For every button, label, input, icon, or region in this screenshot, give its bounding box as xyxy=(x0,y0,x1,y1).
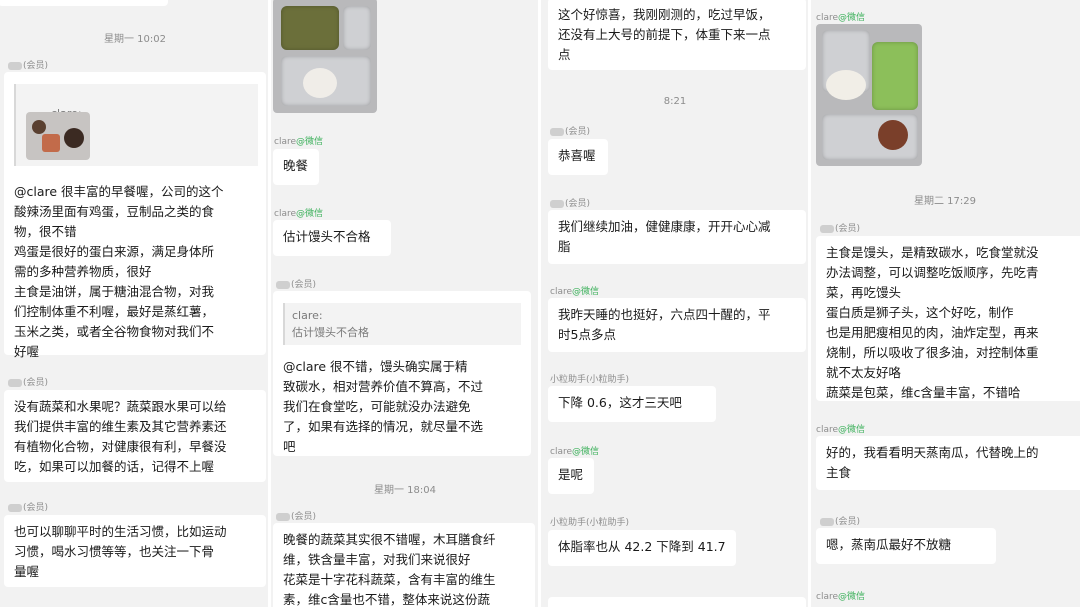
chat-column-2: clare@微信 晚餐 clare@微信 估计馒头不合格 (会员) clare:… xyxy=(270,0,540,607)
meal-photo[interactable] xyxy=(273,0,377,113)
message-bubble[interactable]: 好的，我看看明天蒸南瓜，代替晚上的 主食 xyxy=(816,436,1080,490)
timestamp: 8:21 xyxy=(663,96,687,107)
column-divider xyxy=(808,0,811,607)
message-bubble[interactable]: 是呢 xyxy=(548,458,594,494)
message-text: @clare 很丰富的早餐喔，公司的这个 酸辣汤里面有鸡蛋，豆制品之类的食 物，… xyxy=(14,184,224,359)
sender-name: (会员) xyxy=(8,58,48,71)
meal-photo[interactable] xyxy=(816,24,922,166)
sender-name: 小粒助手(小粒助手) xyxy=(550,375,630,385)
blurred-name xyxy=(820,517,834,526)
sender-name: (会员) xyxy=(276,277,316,290)
sender-name: 小粒助手(小粒助手) xyxy=(550,518,630,528)
message-bubble[interactable]: 恭喜喔 xyxy=(548,139,608,175)
message-bubble-steamed-bun[interactable]: clare: 估计馒头不合格 @clare 很不错，馒头确实属于精 致碳水，相对… xyxy=(273,291,531,456)
sender-name: clare@微信 xyxy=(816,592,866,602)
sender-name: (会员) xyxy=(276,509,316,522)
sender-name: clare@微信 xyxy=(550,447,600,457)
chat-column-1: 星期一 10:02 (会员) clare: @clare 很丰富的早餐喔，公司的… xyxy=(0,0,270,607)
blurred-name xyxy=(550,199,564,208)
message-bubble[interactable]: 体脂率也从 42.2 下降到 41.7 xyxy=(548,530,736,566)
message-bubble[interactable]: 估计馒头不合格 xyxy=(273,220,391,256)
blurred-name xyxy=(276,512,290,521)
sender-name: clare@微信 xyxy=(816,425,866,435)
sender-name: (会员) xyxy=(8,375,48,388)
message-bubble[interactable]: 嗯，蒸南瓜最好不放糖 xyxy=(816,528,996,564)
blurred-name xyxy=(8,503,22,512)
timestamp: 星期一 10:02 xyxy=(104,34,166,45)
sender-name: clare@微信 xyxy=(550,287,600,297)
sender-name: (会员) xyxy=(550,196,590,209)
message-bubble[interactable] xyxy=(0,0,168,6)
blurred-name xyxy=(8,378,22,387)
chat-collage: 星期一 10:02 (会员) clare: @clare 很丰富的早餐喔，公司的… xyxy=(0,0,1080,607)
message-bubble[interactable]: 我们继续加油，健健康康，开开心心减 脂 xyxy=(548,210,806,264)
sender-name: (会员) xyxy=(8,500,48,513)
message-bubble[interactable]: 也可以聊聊平时的生活习惯，比如运动 习惯，喝水习惯等等，也关注一下骨 量喔 xyxy=(4,515,266,587)
timestamp: 星期二 17:29 xyxy=(914,196,976,207)
sender-name: (会员) xyxy=(550,124,590,137)
column-divider xyxy=(268,0,271,607)
message-bubble[interactable]: 下降 0.6，这才三天吧 xyxy=(548,386,716,422)
blurred-name xyxy=(550,127,564,136)
message-bubble[interactable]: 没有蔬菜和水果呢？蔬菜跟水果可以给 我们提供丰富的维生素及其它营养素还 有植物化… xyxy=(4,390,266,482)
timestamp: 星期一 18:04 xyxy=(374,485,436,496)
sender-name: (会员) xyxy=(820,221,860,234)
blurred-name xyxy=(276,280,290,289)
message-bubble[interactable] xyxy=(548,597,806,607)
sender-name: clare@微信 xyxy=(274,209,324,219)
blurred-name xyxy=(8,61,22,70)
chat-column-4: clare@微信 星期二 17:29 (会员) 主食是馒头，是精致碳水，吃食堂就… xyxy=(810,0,1080,607)
sender-name: clare@微信 xyxy=(274,137,324,147)
column-divider xyxy=(538,0,541,607)
message-bubble[interactable]: 主食是馒头，是精致碳水，吃食堂就没 办法调整，可以调整吃饭顺序，先吃青 菜，再吃… xyxy=(816,236,1080,401)
sender-name: clare@微信 xyxy=(816,13,866,23)
quoted-photo[interactable] xyxy=(26,112,90,160)
quoted-message[interactable]: clare: 估计馒头不合格 xyxy=(283,303,521,345)
message-text: @clare 很不错，馒头确实属于精 致碳水，相对营养价值不算高，不过 我们在食… xyxy=(283,359,484,454)
blurred-name xyxy=(820,224,834,233)
message-bubble-breakfast-review[interactable]: clare: @clare 很丰富的早餐喔，公司的这个 酸辣汤里面有鸡蛋，豆制品… xyxy=(4,72,266,359)
chat-column-3: 这个好惊喜，我刚刚测的，吃过早饭， 还没有上大号的前提下，体重下来一点 点 8:… xyxy=(540,0,810,607)
message-bubble[interactable]: 这个好惊喜，我刚刚测的，吃过早饭， 还没有上大号的前提下，体重下来一点 点 xyxy=(548,0,806,70)
message-bubble[interactable]: 晚餐 xyxy=(273,149,319,185)
sender-name: (会员) xyxy=(820,514,860,527)
message-bubble[interactable]: 晚餐的蔬菜其实很不错喔，木耳膳食纤 维，铁含量丰富，对我们来说很好 花菜是十字花… xyxy=(273,523,535,607)
message-bubble[interactable]: 我昨天睡的也挺好，六点四十醒的，平 时5点多点 xyxy=(548,298,806,352)
